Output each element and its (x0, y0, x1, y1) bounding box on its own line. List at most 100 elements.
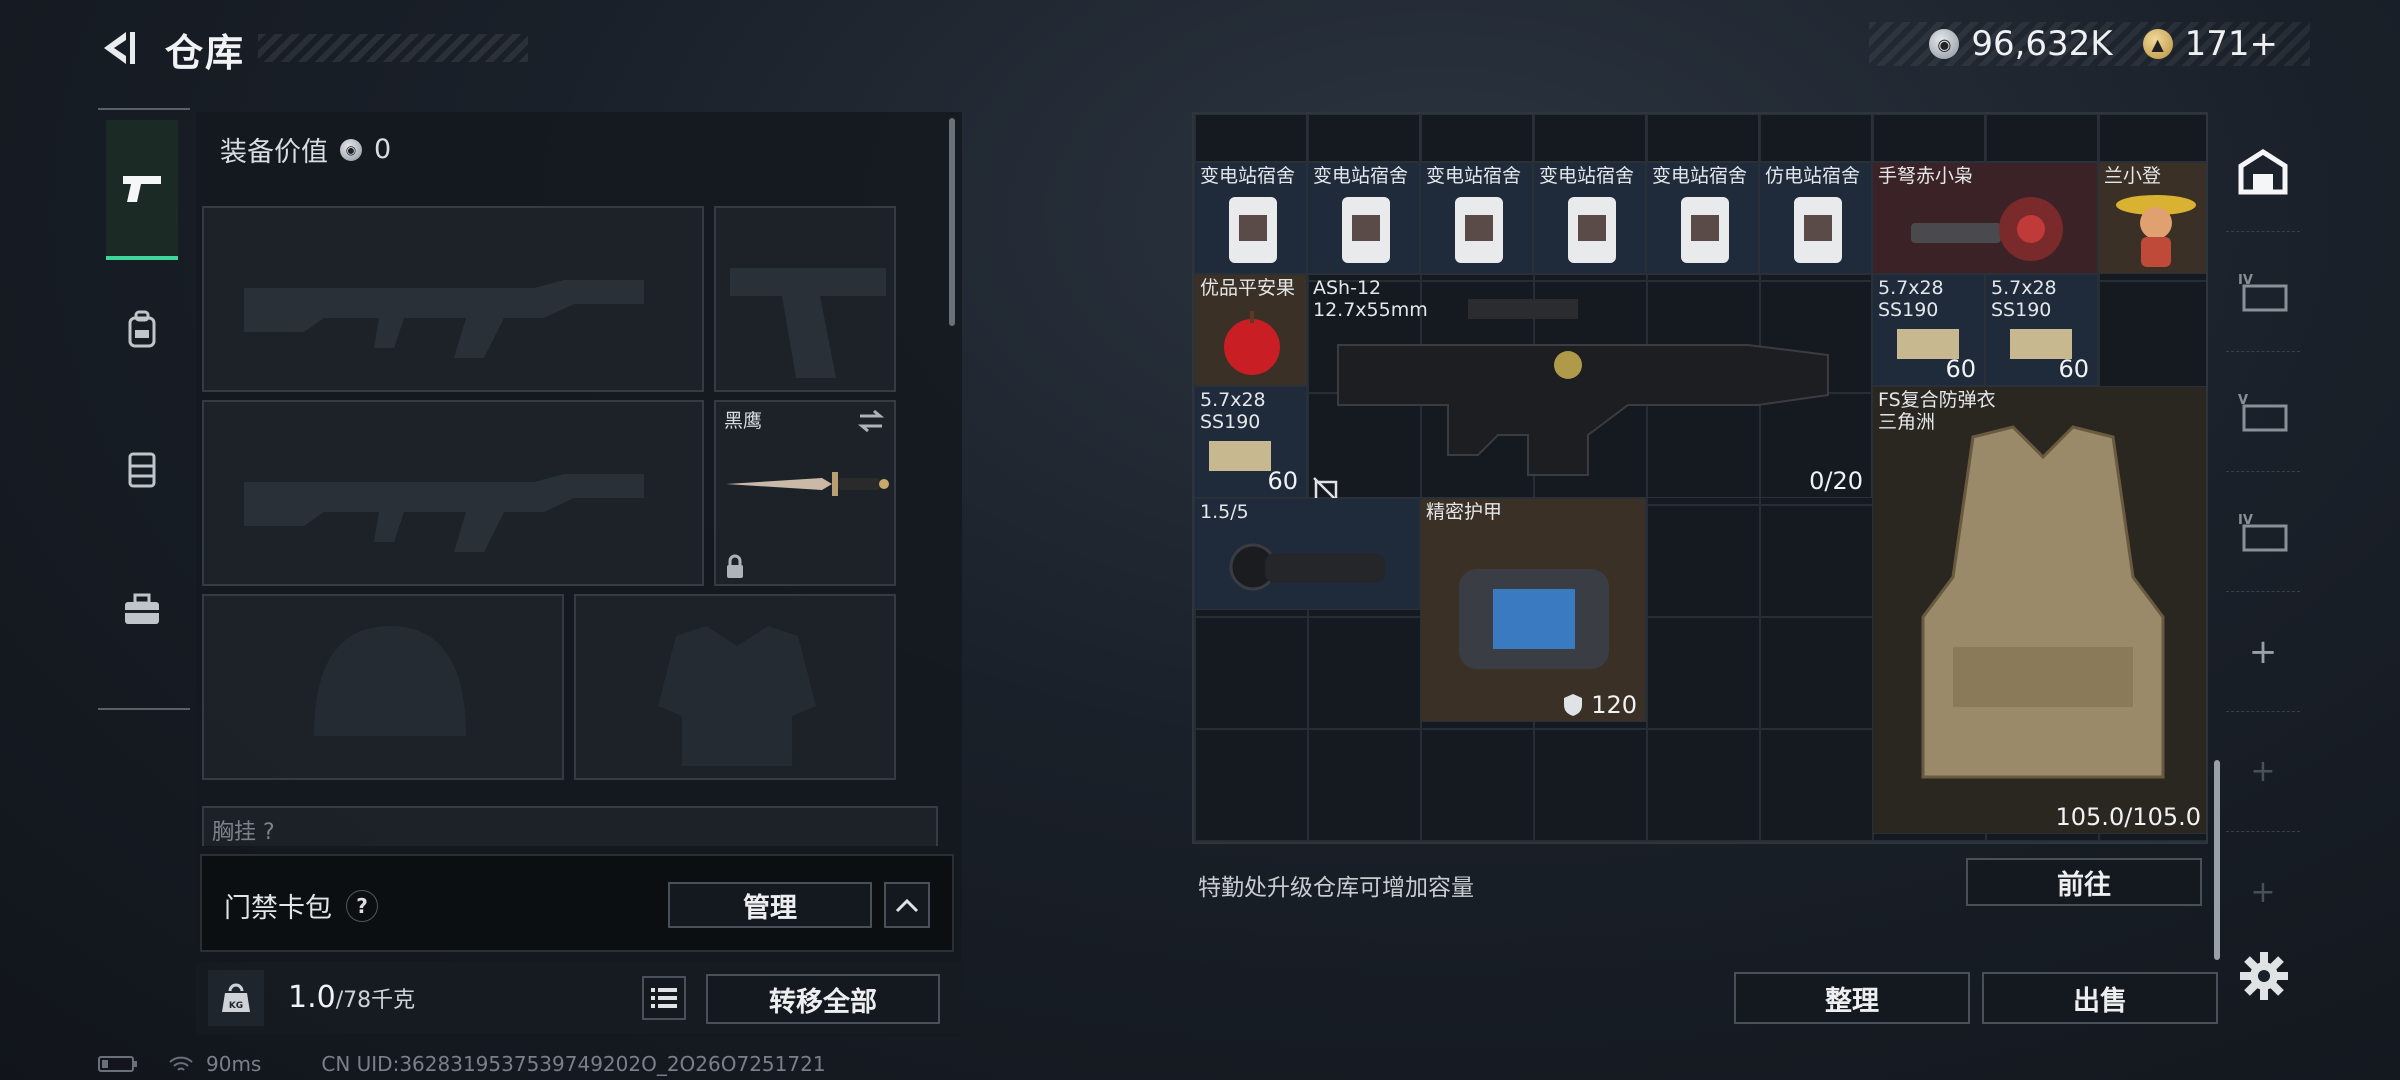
wifi-icon (169, 1056, 193, 1071)
tab-chest-rig[interactable] (106, 400, 178, 540)
key-card-icon (1794, 197, 1842, 263)
grid-item-partial[interactable] (1194, 114, 1307, 162)
goto-button[interactable]: 前往 (1966, 858, 2202, 906)
ammo-item[interactable]: 5.7x28 SS190 60 (1872, 274, 1985, 386)
gold-balance[interactable]: 171+ (2185, 24, 2278, 64)
add-storage-button-locked[interactable]: + (2226, 712, 2300, 832)
armor-case-icon (1459, 569, 1609, 669)
currency-bar: ◉ 96,632K ▲ 171+ (1869, 22, 2310, 66)
tab-backpack[interactable] (106, 260, 178, 400)
hafu-coin-icon: ◉ (340, 138, 362, 161)
backpack-icon (128, 310, 156, 348)
list-view-button[interactable] (642, 976, 686, 1020)
uid-text: CN UID:3628319537539749202O_2O26O7251721 (321, 1052, 826, 1076)
briefcase-icon (125, 593, 159, 624)
crossbow-item[interactable]: 手弩赤小枭 (1872, 162, 2098, 274)
weight-icon-box: KG (208, 970, 264, 1026)
chest-rig-icon (128, 452, 156, 488)
mascot-item[interactable]: 兰小登 (2098, 162, 2206, 274)
plus-icon: + (2250, 754, 2276, 789)
tab-warehouse[interactable] (2226, 112, 2300, 232)
lock-icon (727, 554, 743, 578)
body-armor-icon (1921, 425, 2165, 779)
scope-item[interactable]: 1.5/5 (1194, 498, 1420, 610)
tab-weapons[interactable] (106, 120, 178, 260)
silver-balance: 96,632K (1971, 24, 2113, 64)
melee-name: 黑鹰 (724, 410, 763, 432)
weight-max: /78千克 (335, 988, 416, 1013)
triangle-coin-icon[interactable]: ▲ (2142, 29, 2173, 59)
tab-storage-v[interactable]: V (2226, 352, 2300, 472)
plus-icon: + (2248, 631, 2278, 672)
dorm-key-item[interactable]: 变电站宿舍 (1533, 162, 1646, 274)
transfer-all-button[interactable]: 转移全部 (706, 974, 940, 1024)
grid-item-partial[interactable] (1759, 114, 1872, 162)
grid-item-partial[interactable] (1872, 114, 1985, 162)
storage-crate-icon: IV (2238, 273, 2288, 311)
chest-rig-label: 胸挂 ? (212, 820, 275, 845)
dorm-key-item[interactable]: 变电站宿舍 (1420, 162, 1533, 274)
rifle-silhouette-icon (244, 474, 644, 552)
rifle-silhouette-icon (244, 280, 644, 358)
back-arrow-icon[interactable] (96, 26, 140, 70)
primary-weapon-slot-2[interactable] (202, 400, 704, 586)
ping-text: 90ms (206, 1052, 262, 1076)
dorm-key-item[interactable]: 变电站宿舍 (1194, 162, 1307, 274)
secondary-weapon-slot[interactable] (714, 206, 896, 392)
equipment-scrollbar[interactable] (949, 118, 955, 326)
grid-item-partial[interactable] (2098, 114, 2206, 162)
sell-button[interactable]: 出售 (1982, 972, 2218, 1024)
storage-crate-icon: IV (2238, 513, 2288, 551)
key-card-icon (1681, 197, 1729, 263)
settings-gear-icon[interactable] (2236, 948, 2292, 1004)
ammo-item[interactable]: 5.7x28 SS190 60 (1985, 274, 2098, 386)
warehouse-scrollbar[interactable] (2214, 760, 2220, 960)
primary-weapon-slot-1[interactable] (202, 206, 704, 392)
tab-storage-iv-a[interactable]: IV (2226, 232, 2300, 352)
scope-icon (1229, 543, 1385, 591)
helmet-slot[interactable] (202, 594, 564, 780)
organize-button[interactable]: 整理 (1734, 972, 1970, 1024)
dorm-key-item[interactable]: 变电站宿舍 (1646, 162, 1759, 274)
melee-slot[interactable]: 黑鹰 (714, 400, 896, 586)
access-card-pack-bar: 门禁卡包 ? 管理 (200, 854, 954, 952)
pistol-silhouette-icon (730, 268, 886, 378)
help-icon[interactable]: ? (346, 889, 378, 922)
grid-item-partial[interactable] (1307, 114, 1420, 162)
chevron-up-icon (895, 898, 919, 913)
kettlebell-weight-icon: KG (222, 983, 250, 1012)
card-pack-title: 门禁卡包 ? (224, 886, 378, 925)
grid-item-partial[interactable] (1646, 114, 1759, 162)
body-armor-item[interactable]: FS复合防弹衣 三角洲 105.0/105.0 (1872, 386, 2206, 834)
equipment-value: 装备价值 ◉ 0 (220, 130, 391, 169)
armor-plate-item[interactable]: 精密护甲 120 (1420, 498, 1646, 722)
crossbow-icon (1911, 197, 2063, 261)
title-decoration (258, 34, 528, 62)
chest-rig-slot[interactable]: 胸挂 ? (202, 806, 938, 846)
equipment-value-label: 装备价值 (220, 137, 328, 168)
grid-item-partial[interactable] (1985, 114, 2098, 162)
key-card-icon (1568, 197, 1616, 263)
dorm-key-item[interactable]: 仿电站宿舍 (1759, 162, 1872, 274)
page-title: 仓库 (165, 31, 246, 75)
add-storage-button-locked[interactable]: + (2226, 832, 2300, 952)
tab-safe-case[interactable] (106, 540, 178, 680)
grid-item-partial[interactable] (1420, 114, 1533, 162)
add-storage-button[interactable]: + (2226, 592, 2300, 712)
tab-storage-iv-b[interactable]: IV (2226, 472, 2300, 592)
manage-button[interactable]: 管理 (668, 882, 872, 928)
warehouse-grid[interactable]: 变电站宿舍 变电站宿舍 变电站宿舍 变电站宿舍 变电站宿舍 仿电站宿舍 手弩赤小… (1192, 112, 2208, 844)
body-armor-silhouette-icon (658, 626, 816, 766)
armor-slot[interactable] (574, 594, 896, 780)
apple-item[interactable]: 优品平安果 (1194, 274, 1307, 386)
dorm-key-item[interactable]: 变电站宿舍 (1307, 162, 1420, 274)
card-pack-label: 门禁卡包 (224, 893, 332, 924)
ammo-item[interactable]: 5.7x28 SS190 60 (1194, 386, 1307, 498)
expand-button[interactable] (884, 882, 930, 928)
weight-bar: KG 1.0/78千克 转移全部 (196, 962, 962, 1034)
warehouse-actions: 特勤处升级仓库可增加容量 前往 整理 出售 (1192, 844, 2300, 1036)
grid-item-partial[interactable] (1533, 114, 1646, 162)
warehouse-icon (2238, 148, 2288, 194)
ash12-rifle-item[interactable]: ASh-12 12.7x55mm 0/20 (1307, 274, 1872, 498)
swap-icon[interactable] (856, 408, 886, 434)
